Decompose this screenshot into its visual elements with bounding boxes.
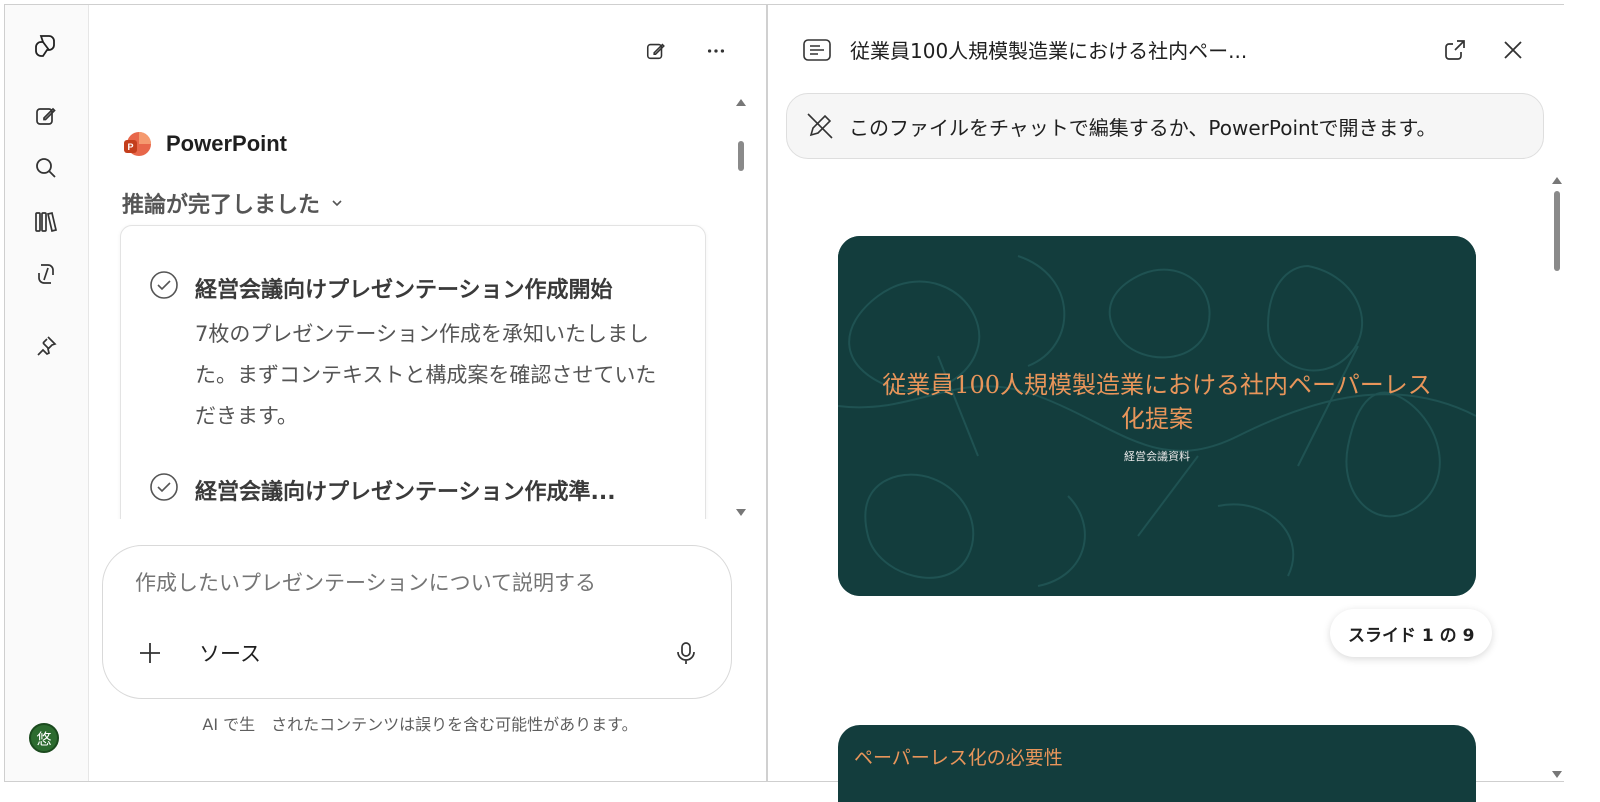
- open-external-button[interactable]: [1440, 35, 1470, 65]
- preview-scrollbar[interactable]: [1552, 177, 1562, 783]
- scroll-down-arrow[interactable]: [736, 509, 746, 516]
- more-horizontal-icon: [707, 49, 725, 53]
- svg-text:P: P: [127, 142, 133, 152]
- reasoning-card: 経営会議向けプレゼンテーション作成開始 7枚のプレゼンテーション作成を承知いたし…: [120, 225, 706, 519]
- slide-thumbnail-2[interactable]: ペーパーレス化の必要性: [838, 725, 1476, 802]
- preview-title: 従業員100人規模製造業における社内ペー...: [850, 39, 1248, 63]
- edit-notice: このファイルをチャットで編集するか、PowerPointで開きます。: [786, 93, 1544, 159]
- open-external-icon: [1445, 40, 1465, 60]
- notice-text: このファイルをチャットで編集するか、PowerPointで開きます。: [849, 115, 1437, 140]
- scroll-up-arrow[interactable]: [736, 99, 746, 106]
- scrollbar-thumb[interactable]: [1554, 191, 1560, 271]
- left-rail: 悠: [5, 5, 89, 781]
- close-preview-button[interactable]: [1498, 35, 1528, 65]
- source-button[interactable]: ソース: [199, 638, 261, 668]
- scroll-up-arrow[interactable]: [1552, 177, 1562, 184]
- preview-panel: 従業員100人規模製造業における社内ペー... このファイルをチャットで編集する…: [768, 5, 1564, 802]
- powerpoint-logo-icon: P: [122, 129, 152, 159]
- scroll-down-arrow[interactable]: [1552, 771, 1562, 778]
- add-attachment-button[interactable]: [133, 636, 167, 670]
- more-options-button[interactable]: [702, 37, 730, 65]
- step-title: 経営会議向けプレゼンテーション作成準...: [195, 480, 616, 505]
- check-circle-icon: [150, 473, 178, 501]
- copilot-logo-icon[interactable]: [31, 31, 61, 61]
- user-avatar[interactable]: 悠: [29, 723, 59, 753]
- slide-thumbnail-1[interactable]: 従業員100人規模製造業における社内ペーパーレス化提案 経営会議資料: [838, 236, 1476, 596]
- reasoning-toggle[interactable]: 推論が完了しました: [122, 187, 344, 219]
- composer: ソース: [102, 545, 732, 699]
- app-window: 悠 P PowerPoint 推論が完了しました 経営会議向けプレゼンテーション…: [4, 4, 1564, 802]
- chevron-down-icon: [332, 200, 342, 207]
- microphone-icon: [677, 642, 695, 664]
- new-chat-icon[interactable]: [31, 101, 61, 131]
- reasoning-label: 推論が完了しました: [122, 193, 321, 218]
- slide-subtitle: 経営会議資料: [1124, 450, 1190, 463]
- close-icon: [1504, 41, 1522, 59]
- new-chat-button[interactable]: [642, 37, 670, 65]
- voice-input-button[interactable]: [669, 636, 703, 670]
- copilot-code-icon[interactable]: [31, 259, 61, 289]
- step-title: 経営会議向けプレゼンテーション作成開始: [195, 278, 613, 303]
- search-icon[interactable]: [31, 153, 61, 183]
- agent-name: PowerPoint: [166, 131, 288, 156]
- scrollbar-thumb[interactable]: [738, 141, 744, 171]
- pin-icon[interactable]: [31, 331, 61, 361]
- slide-counter: スライド 1 の 9: [1330, 609, 1493, 657]
- document-icon: [802, 35, 832, 65]
- reasoning-step: 経営会議向けプレゼンテーション作成開始 7枚のプレゼンテーション作成を承知いたし…: [149, 270, 656, 428]
- library-icon[interactable]: [31, 207, 61, 237]
- step-body: 7枚のプレゼンテーション作成を承知いたしました。まずコンテキストと構成案を確認さ…: [195, 322, 657, 428]
- slide-title: ペーパーレス化の必要性: [854, 748, 1063, 769]
- reasoning-step: 経営会議向けプレゼンテーション作成準...: [149, 472, 616, 505]
- compose-icon: [646, 43, 665, 60]
- chat-scrollbar[interactable]: [736, 93, 746, 519]
- edit-off-icon: [807, 113, 833, 139]
- check-circle-icon: [150, 271, 178, 299]
- plus-icon: [140, 643, 160, 663]
- slide-title: 従業員100人規模製造業における社内ペーパーレス化提案: [882, 371, 1432, 433]
- chat-panel: P PowerPoint 推論が完了しました 経営会議向けプレゼンテーション作成…: [90, 5, 766, 781]
- prompt-input[interactable]: [135, 572, 695, 596]
- agent-header: P PowerPoint: [122, 129, 287, 159]
- ai-disclaimer: AI で生 されたコンテンツは誤りを含む可能性があります。: [202, 715, 638, 734]
- chat-scroll-region[interactable]: P PowerPoint 推論が完了しました 経営会議向けプレゼンテーション作成…: [90, 93, 750, 519]
